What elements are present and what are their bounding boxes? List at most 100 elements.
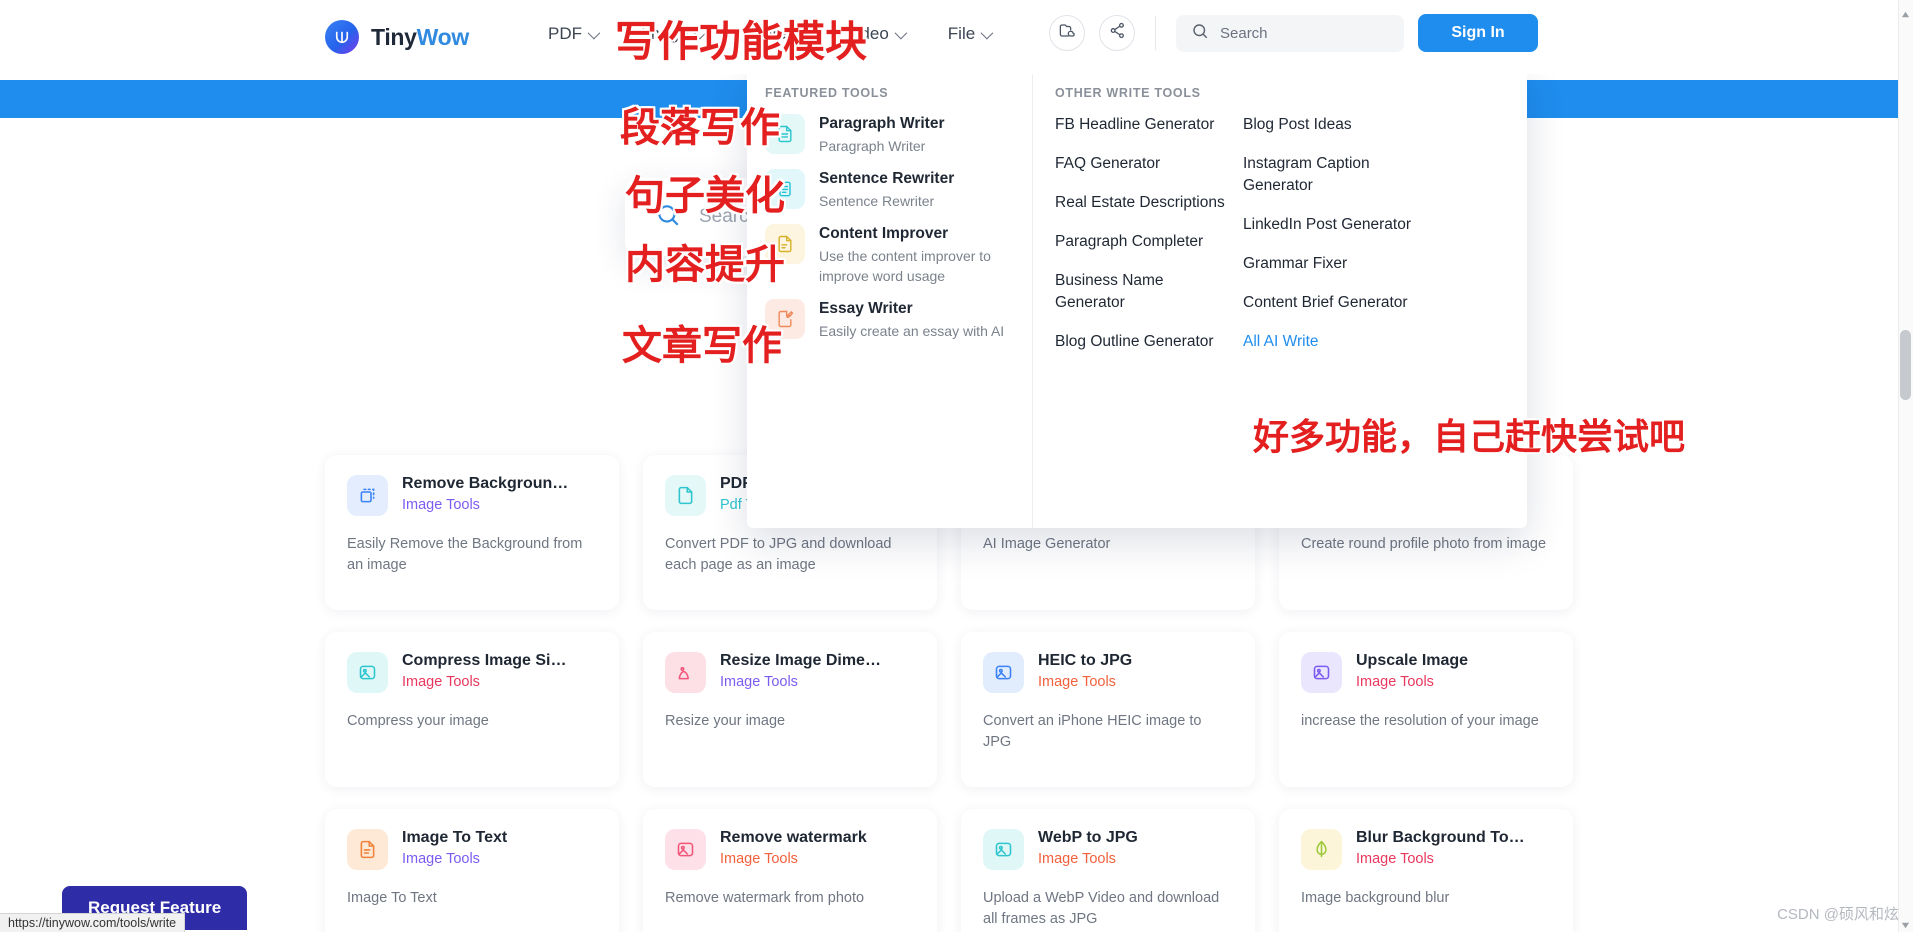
featured-desc: Use the content improver to improve word… bbox=[819, 248, 991, 284]
other-tool-link[interactable]: FAQ Generator bbox=[1055, 153, 1229, 175]
chevron-down-icon bbox=[980, 26, 994, 39]
other-tool-link[interactable]: LinkedIn Post Generator bbox=[1243, 214, 1439, 236]
tool-card-desc: Easily Remove the Background from an ima… bbox=[347, 536, 583, 573]
featured-item-essay-writer[interactable]: Essay Writer Easily create an essay with… bbox=[765, 299, 1032, 341]
tool-card-category: Image Tools bbox=[402, 851, 480, 867]
photo-icon bbox=[983, 829, 1024, 870]
tool-card[interactable]: HEIC to JPG Image Tools Convert an iPhon… bbox=[961, 632, 1255, 787]
other-tool-link[interactable]: Real Estate Descriptions bbox=[1055, 192, 1229, 214]
csdn-watermark: CSDN @硕风和炫 bbox=[1777, 906, 1899, 923]
all-ai-write-link[interactable]: All AI Write bbox=[1243, 331, 1439, 353]
scroll-down-arrow-icon[interactable] bbox=[1901, 917, 1910, 929]
other-tool-link[interactable]: Grammar Fixer bbox=[1243, 253, 1439, 275]
logo-text-tiny: Tiny bbox=[371, 23, 417, 50]
tool-card[interactable]: Compress Image Si… Image Tools Compress … bbox=[325, 632, 619, 787]
other-write-tools-label: OTHER WRITE TOOLS bbox=[1055, 86, 1201, 100]
tool-card-category: Image Tools bbox=[1038, 851, 1116, 867]
photo-icon bbox=[665, 829, 706, 870]
tool-card-head: Compress Image Si… Image Tools bbox=[347, 652, 597, 693]
document-text-icon bbox=[347, 829, 388, 870]
tool-card[interactable]: Blur Background To… Image Tools Image ba… bbox=[1279, 809, 1573, 932]
annotation-essay-writing: 文章写作 bbox=[622, 323, 782, 369]
tool-card[interactable]: Image To Text Image Tools Image To Text bbox=[325, 809, 619, 932]
other-tool-link[interactable]: FB Headline Generator bbox=[1055, 114, 1229, 136]
folder-cloud-button[interactable] bbox=[1049, 15, 1085, 51]
other-tool-link[interactable]: Instagram Caption Generator bbox=[1243, 153, 1439, 197]
share-button[interactable] bbox=[1099, 15, 1135, 51]
chevron-down-icon bbox=[894, 26, 908, 39]
sign-in-button[interactable]: Sign In bbox=[1418, 14, 1538, 52]
nav-item-pdf[interactable]: PDF bbox=[548, 22, 601, 46]
share-icon bbox=[1108, 21, 1127, 45]
annotation-paragraph-writing: 段落写作 bbox=[620, 105, 780, 151]
tool-card-head: Remove Backgroun… Image Tools bbox=[347, 475, 597, 516]
vertical-scrollbar-track[interactable] bbox=[1898, 0, 1913, 932]
leaf-icon bbox=[1301, 829, 1342, 870]
tool-card-head: WebP to JPG Image Tools bbox=[983, 829, 1233, 870]
featured-item-paragraph-writer[interactable]: Paragraph Writer Paragraph Writer bbox=[765, 114, 1032, 156]
site-header: TinyWow PDF Image Write Video File Searc… bbox=[0, 0, 1913, 74]
other-tools-col-1: FB Headline Generator FAQ Generator Real… bbox=[1055, 114, 1243, 370]
header-divider bbox=[1155, 16, 1156, 50]
other-tool-link[interactable]: Paragraph Completer bbox=[1055, 231, 1229, 253]
chevron-down-icon bbox=[587, 26, 601, 39]
search-icon bbox=[1191, 22, 1209, 45]
tool-card-title: Remove Backgroun… bbox=[402, 475, 569, 492]
featured-desc: Paragraph Writer bbox=[819, 138, 926, 154]
photo-icon bbox=[347, 652, 388, 693]
featured-desc: Easily create an essay with AI bbox=[819, 323, 1005, 339]
featured-tools-column: FEATURED TOOLS Paragraph Writer Paragrap… bbox=[747, 68, 1032, 528]
header-search-input[interactable]: Search bbox=[1176, 14, 1404, 52]
tool-card-title: Resize Image Dime… bbox=[720, 652, 881, 669]
scroll-up-arrow-icon[interactable] bbox=[1901, 6, 1910, 18]
tool-card-title: Upscale Image bbox=[1356, 652, 1469, 669]
header-actions: Search Sign In bbox=[1049, 14, 1538, 52]
document-icon bbox=[665, 475, 706, 516]
tool-card-desc: Create round profile photo from image bbox=[1301, 536, 1547, 552]
other-tool-link[interactable]: Blog Post Ideas bbox=[1243, 114, 1439, 136]
tool-card[interactable]: Remove watermark Image Tools Remove wate… bbox=[643, 809, 937, 932]
tool-card-title: HEIC to JPG bbox=[1038, 652, 1133, 669]
browser-status-url: https://tinywow.com/tools/write bbox=[0, 913, 186, 932]
other-tool-link[interactable]: Business Name Generator bbox=[1055, 270, 1229, 314]
tool-card-head: Image To Text Image Tools bbox=[347, 829, 597, 870]
other-tools-col-2: Blog Post Ideas Instagram Caption Genera… bbox=[1243, 114, 1453, 370]
featured-tools-label: FEATURED TOOLS bbox=[765, 86, 889, 100]
tool-card-title: Image To Text bbox=[402, 829, 508, 846]
tool-card-category: Image Tools bbox=[720, 851, 798, 867]
nav-item-file[interactable]: File bbox=[947, 22, 994, 46]
header-search-placeholder: Search bbox=[1220, 24, 1268, 42]
vertical-scrollbar-thumb[interactable] bbox=[1900, 330, 1911, 400]
tool-card-desc: increase the resolution of your image bbox=[1301, 713, 1539, 729]
tool-card-desc: Compress your image bbox=[347, 713, 489, 729]
tool-card[interactable]: Remove Backgroun… Image Tools Easily Rem… bbox=[325, 455, 619, 610]
tool-card-title: Compress Image Si… bbox=[402, 652, 567, 669]
tool-card-head: Remove watermark Image Tools bbox=[665, 829, 915, 870]
featured-item-sentence-rewriter[interactable]: Sentence Rewriter Sentence Rewriter bbox=[765, 169, 1032, 211]
nav-label-file: File bbox=[947, 24, 976, 43]
crop-selection-icon bbox=[347, 475, 388, 516]
annotation-sentence-beautify: 句子美化 bbox=[625, 173, 785, 219]
logo[interactable]: TinyWow bbox=[325, 20, 469, 54]
photo-icon bbox=[1301, 652, 1342, 693]
logo-text-wow: Wow bbox=[416, 23, 470, 50]
featured-item-content-improver[interactable]: Content Improver Use the content improve… bbox=[765, 224, 1032, 286]
tool-card-head: Resize Image Dime… Image Tools bbox=[665, 652, 915, 693]
tool-card[interactable]: Resize Image Dime… Image Tools Resize yo… bbox=[643, 632, 937, 787]
featured-title: Sentence Rewriter bbox=[819, 170, 955, 187]
other-tool-link[interactable]: Content Brief Generator bbox=[1243, 292, 1439, 314]
other-tool-link[interactable]: Blog Outline Generator bbox=[1055, 331, 1229, 353]
featured-title: Paragraph Writer bbox=[819, 115, 945, 132]
logo-mark-icon bbox=[325, 20, 359, 54]
tool-card-desc: AI Image Generator bbox=[983, 536, 1111, 552]
tool-card-desc: Remove watermark from photo bbox=[665, 890, 865, 906]
tool-card-desc: Convert PDF to JPG and download each pag… bbox=[665, 536, 892, 573]
tool-card[interactable]: WebP to JPG Image Tools Upload a WebP Vi… bbox=[961, 809, 1255, 932]
featured-title: Content Improver bbox=[819, 225, 949, 242]
tool-card[interactable]: Upscale Image Image Tools increase the r… bbox=[1279, 632, 1573, 787]
tool-card-desc: Image To Text bbox=[347, 890, 437, 906]
tool-card-head: Blur Background To… Image Tools bbox=[1301, 829, 1551, 870]
annotation-content-improve: 内容提升 bbox=[625, 242, 785, 288]
tool-card-desc: Upload a WebP Video and download all fra… bbox=[983, 890, 1220, 927]
tool-card-title: Blur Background To… bbox=[1356, 829, 1525, 846]
